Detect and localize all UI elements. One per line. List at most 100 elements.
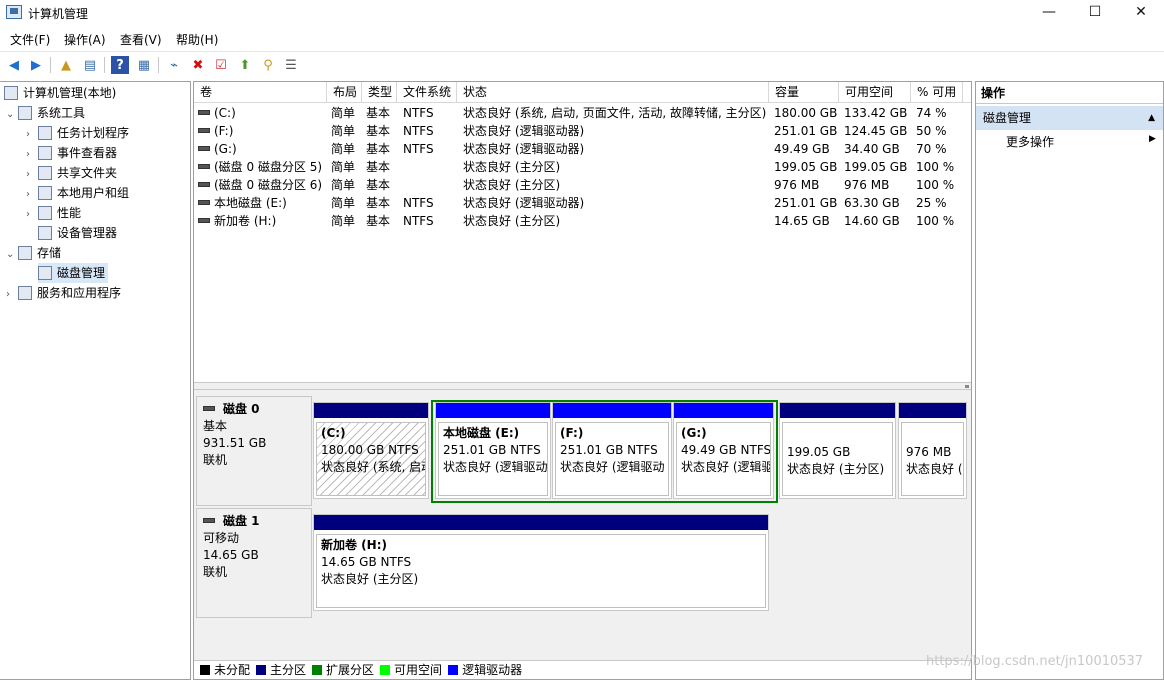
table-cell-text: 34.40 GB	[844, 142, 900, 156]
event-log-icon	[38, 146, 52, 160]
actions-section-disk-management[interactable]: 磁盘管理 ▲	[976, 106, 1163, 130]
show-hide-tree-icon[interactable]: ▤	[81, 56, 99, 74]
partition-e[interactable]: 本地磁盘 (E:) 251.01 GB NTFS 状态良好 (逻辑驱动	[435, 402, 551, 499]
chevron-right-icon[interactable]: ▶	[1149, 134, 1156, 144]
partition-body: (C:) 180.00 GB NTFS 状态良好 (系统, 启动	[316, 422, 426, 496]
storage-icon	[18, 246, 32, 260]
partition-c[interactable]: (C:) 180.00 GB NTFS 状态良好 (系统, 启动	[313, 402, 429, 499]
chevron-down-icon[interactable]: ⌄	[6, 245, 18, 265]
partition-body: 新加卷 (H:) 14.65 GB NTFS 状态良好 (主分区)	[316, 534, 766, 608]
table-row[interactable]: 新加卷 (H:) 简单 基本 NTFS 状态良好 (主分区) 14.65 GB 14.60 …	[194, 212, 971, 230]
menu-view[interactable]: 查看(V)	[120, 31, 162, 48]
chevron-down-icon[interactable]: ⌄	[6, 105, 18, 125]
minimize-button[interactable]: —	[1026, 0, 1072, 26]
table-row[interactable]: 本地磁盘 (E:) 简单 基本 NTFS 状态良好 (逻辑驱动器) 251.01 GB 63…	[194, 194, 971, 212]
column-header-volume[interactable]: 卷	[194, 82, 327, 103]
table-cell-text: 25 %	[916, 196, 947, 210]
column-header-status[interactable]: 状态	[457, 82, 769, 103]
menu-action[interactable]: 操作(A)	[64, 31, 106, 48]
tree-item-task-scheduler[interactable]: › 任务计划程序	[26, 123, 129, 143]
column-header-percent-free[interactable]: % 可用	[911, 82, 963, 103]
checklist-icon[interactable]: ☑	[212, 56, 230, 74]
table-cell-text: 180.00 GB	[774, 106, 838, 120]
partition-f[interactable]: (F:) 251.01 GB NTFS 状态良好 (逻辑驱动	[552, 402, 672, 499]
disk-type: 可移动	[203, 531, 240, 545]
column-header-free-space[interactable]: 可用空间	[839, 82, 911, 103]
chevron-right-icon[interactable]: ›	[26, 205, 38, 225]
table-cell: 基本	[366, 212, 390, 230]
partition-g[interactable]: (G:) 49.49 GB NTFS 状态良好 (逻辑驱	[673, 402, 774, 499]
disk-status: 联机	[203, 453, 228, 467]
export-icon[interactable]: ⬆	[236, 56, 254, 74]
chevron-right-icon[interactable]: ›	[6, 285, 18, 305]
tree-item-device-manager[interactable]: 设备管理器	[38, 223, 117, 243]
disk-0-info[interactable]: 磁盘 0 基本 931.51 GB 联机	[196, 396, 312, 506]
search-icon[interactable]: ⚲	[259, 56, 277, 74]
delete-icon[interactable]: ✖	[189, 56, 207, 74]
tree-label: 设备管理器	[57, 226, 118, 240]
partition-body: (F:) 251.01 GB NTFS 状态良好 (逻辑驱动	[555, 422, 669, 496]
connect-icon[interactable]: ⌁	[165, 56, 183, 74]
tree-item-performance[interactable]: › 性能	[26, 203, 81, 223]
collapse-up-icon[interactable]: ▲	[1148, 106, 1155, 130]
disk-1-info[interactable]: 磁盘 1 可移动 14.65 GB 联机	[196, 508, 312, 618]
tree-item-shared-folders[interactable]: › 共享文件夹	[26, 163, 117, 183]
table-row[interactable]: (F:) 简单 基本 NTFS 状态良好 (逻辑驱动器) 251.01 GB 124.45 …	[194, 122, 971, 140]
table-cell-text: 100 %	[916, 214, 955, 228]
chevron-right-icon[interactable]: ›	[26, 185, 38, 205]
table-cell-text: 基本	[366, 214, 391, 228]
volume-icon	[198, 146, 210, 151]
tree-item-disk-management[interactable]: 磁盘管理	[38, 263, 109, 283]
partition-status: 状态良好 (主分区)	[787, 462, 885, 476]
menu-help[interactable]: 帮助(H)	[176, 31, 218, 48]
partition-6[interactable]: 976 MB 状态良好 (	[898, 402, 967, 499]
column-header-filesystem[interactable]: 文件系统	[397, 82, 457, 103]
chevron-right-icon[interactable]: ›	[26, 125, 38, 145]
partition-5[interactable]: 199.05 GB 状态良好 (主分区)	[779, 402, 896, 499]
table-cell-text: 状态良好 (逻辑驱动器)	[463, 196, 585, 210]
chevron-right-icon[interactable]: ›	[26, 165, 38, 185]
volume-icon	[198, 218, 210, 223]
menu-file[interactable]: 文件(F)	[10, 31, 50, 48]
tree-item-local-users[interactable]: › 本地用户和组	[26, 183, 129, 203]
table-cell-text: 14.65 GB	[774, 214, 830, 228]
table-cell: 基本	[366, 140, 390, 158]
up-folder-icon[interactable]: ▲	[57, 56, 75, 74]
table-row[interactable]: (磁盘 0 磁盘分区 5) 简单 基本 状态良好 (主分区) 199.05 GB 199.…	[194, 158, 971, 176]
table-row[interactable]: (G:) 简单 基本 NTFS 状态良好 (逻辑驱动器) 49.49 GB 34.40 GB…	[194, 140, 971, 158]
disk-icon	[203, 518, 215, 523]
tree-item-storage[interactable]: ⌄ 存储	[6, 243, 61, 263]
tree-item-services-apps[interactable]: › 服务和应用程序	[6, 283, 121, 303]
properties-icon[interactable]: ▦	[135, 56, 153, 74]
partition-h[interactable]: 新加卷 (H:) 14.65 GB NTFS 状态良好 (主分区)	[313, 514, 769, 611]
table-cell-text: 251.01 GB	[774, 124, 838, 138]
table-cell: NTFS	[403, 212, 434, 230]
forward-arrow-icon[interactable]: ▶	[27, 56, 45, 74]
pane-splitter[interactable]	[194, 382, 971, 390]
column-header-type[interactable]: 类型	[362, 82, 397, 103]
back-arrow-icon[interactable]: ◀	[5, 56, 23, 74]
more-actions[interactable]: 更多操作	[1006, 132, 1054, 152]
column-header-layout[interactable]: 布局	[327, 82, 362, 103]
navigation-tree: 计算机管理(本地) ⌄ 系统工具 › 任务计划程序 › 事件查看器 › 共享文件夹 › 本…	[0, 81, 191, 680]
close-button[interactable]: ✕	[1118, 0, 1164, 26]
table-row[interactable]: (磁盘 0 磁盘分区 6) 简单 基本 状态良好 (主分区) 976 MB 976 MB 1…	[194, 176, 971, 194]
maximize-button[interactable]: ☐	[1072, 0, 1118, 26]
chevron-right-icon[interactable]: ›	[26, 145, 38, 165]
partition-status: 状态良好 (逻辑驱动	[443, 460, 548, 474]
tree-item-computer-management[interactable]: 计算机管理(本地)	[4, 83, 116, 103]
tree-item-system-tools[interactable]: ⌄ 系统工具	[6, 103, 85, 123]
table-cell-text: 基本	[366, 124, 391, 138]
list-icon[interactable]: ☰	[282, 56, 300, 74]
computer-management-icon	[4, 86, 18, 100]
column-header-capacity[interactable]: 容量	[769, 82, 839, 103]
table-cell: NTFS	[403, 194, 434, 212]
toolbar: ◀ ▶ ▲ ▤ ? ▦ ⌁ ✖ ☑ ⬆ ⚲ ☰	[0, 51, 1164, 78]
tree-item-event-viewer[interactable]: › 事件查看器	[26, 143, 117, 163]
help-icon[interactable]: ?	[111, 56, 129, 74]
table-row[interactable]: (C:) 简单 基本 NTFS 状态良好 (系统, 启动, 页面文件, 活动, 故障转储…	[194, 104, 971, 122]
table-cell: 976 MB	[774, 176, 819, 194]
table-cell: 251.01 GB	[774, 194, 837, 212]
table-cell: 199.05 GB	[774, 158, 837, 176]
table-cell-text: 状态良好 (逻辑驱动器)	[463, 142, 585, 156]
